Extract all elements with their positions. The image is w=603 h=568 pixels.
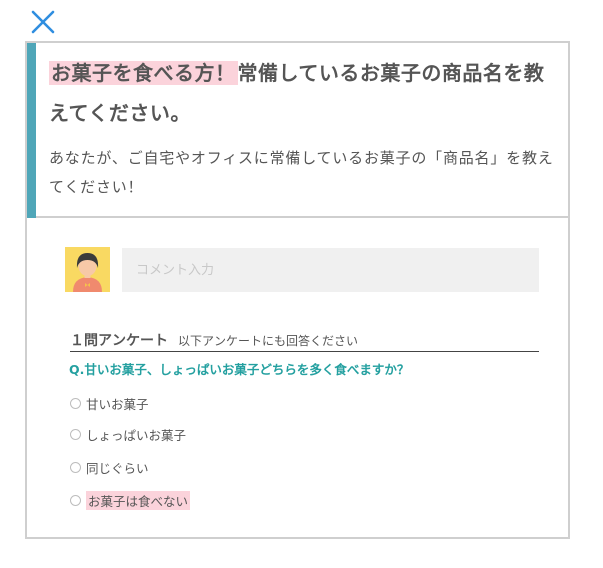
page-title: お菓子を食べる方！ 常備しているお菓子の商品名を教えてください。 [49,53,561,133]
survey-title: １問アンケート [70,333,168,349]
radio-button[interactable] [70,398,81,409]
radio-button[interactable] [70,495,81,506]
radio-button[interactable] [70,429,81,440]
survey-option-none[interactable]: お菓子は食べない [70,491,191,510]
survey-option-salty[interactable]: しょっぱいお菓子 [70,425,186,444]
title-highlight: お菓子を食べる方！ [49,61,238,85]
card-header: お菓子を食べる方！ 常備しているお菓子の商品名を教えてください。 あなたが、ご自宅… [27,43,568,218]
option-label: お菓子は食べない [86,491,191,510]
radio-button[interactable] [70,462,81,473]
option-label: 同じぐらい [86,461,149,476]
option-label: 甘いお菓子 [86,397,149,412]
option-label: しょっぱいお菓子 [86,428,187,443]
survey-header: １問アンケート 以下アンケートにも回答ください [70,330,539,352]
comment-input[interactable] [122,248,539,292]
survey-subtitle: 以下アンケートにも回答ください [178,334,359,348]
survey-option-same[interactable]: 同じぐらい [70,458,149,477]
page-description: あなたが、ご自宅やオフィスに常備しているお菓子の「商品名」を教えてください！ [49,149,554,196]
user-avatar-icon [65,247,110,292]
survey-option-sweet[interactable]: 甘いお菓子 [70,394,149,413]
accent-bar [27,43,36,218]
close-icon[interactable] [30,9,56,35]
survey-question: Q.甘いお菓子、しょっぱいお菓子どちらを多く食べますか？ [69,362,410,377]
survey-card: お菓子を食べる方！ 常備しているお菓子の商品名を教えてください。 あなたが、ご自宅… [25,41,570,539]
